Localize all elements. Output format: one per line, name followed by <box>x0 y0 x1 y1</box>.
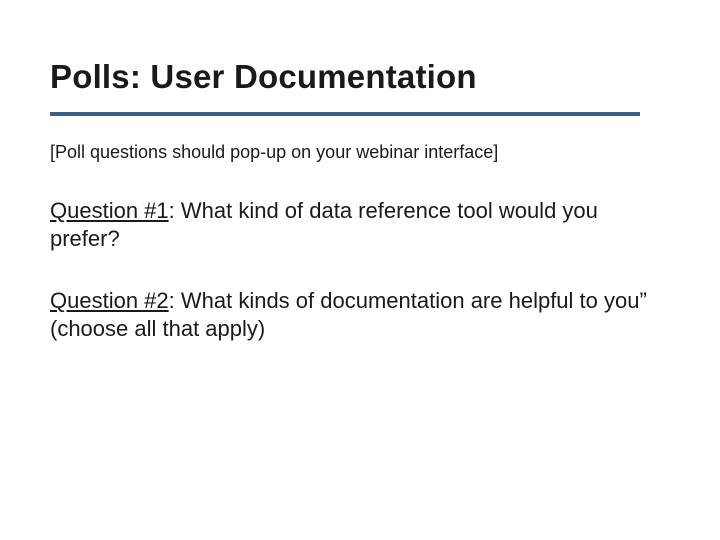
question-1-label: Question #1 <box>50 198 169 223</box>
question-1: Question #1: What kind of data reference… <box>50 197 650 253</box>
poll-note: [Poll questions should pop-up on your we… <box>50 142 670 163</box>
slide: Polls: User Documentation [Poll question… <box>0 0 720 384</box>
question-2: Question #2: What kinds of documentation… <box>50 287 650 343</box>
slide-title: Polls: User Documentation <box>50 58 670 96</box>
question-2-label: Question #2 <box>50 288 169 313</box>
title-divider <box>50 112 640 116</box>
